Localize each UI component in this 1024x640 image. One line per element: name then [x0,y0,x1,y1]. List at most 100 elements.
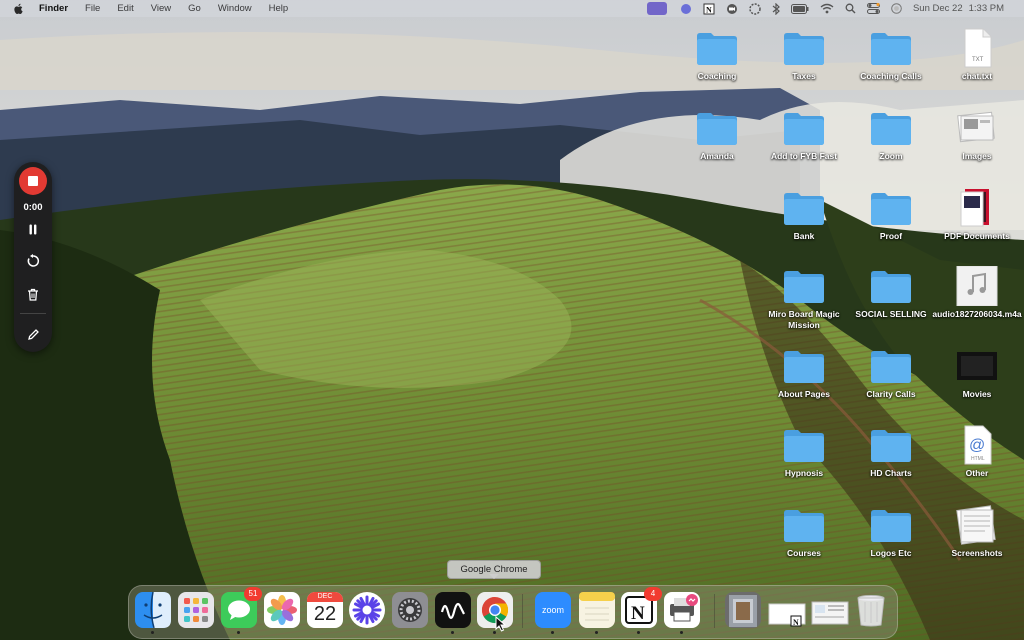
desktop-item[interactable]: Logos Etc [846,505,936,559]
menu-clock[interactable]: Sun Dec 22 1:33 PM [913,3,1010,14]
desktop-item[interactable]: Miro Board Magic Mission [759,266,849,331]
notion-icon[interactable]: N [703,3,715,14]
dock-trash[interactable] [853,592,889,628]
menu-help[interactable]: Help [269,3,289,14]
dock-starburst-app[interactable] [349,592,385,628]
menu-window[interactable]: Window [218,3,252,14]
apple-menu-icon[interactable] [13,3,25,15]
desktop-item-label: Coaching [697,71,737,81]
dock-downloads-stack[interactable] [725,592,761,628]
zoom-status-icon[interactable] [726,3,738,14]
desktop-item[interactable]: Movies [932,346,1022,400]
calendar-month: DEC [307,592,343,602]
starburst-icon [350,593,384,627]
svg-text:N: N [631,603,645,624]
dock-finder[interactable] [135,591,171,634]
recorder-divider [20,313,46,314]
calendar-day: 22 [313,603,337,625]
control-center-icon[interactable] [866,3,880,14]
desktop-item[interactable]: audio1827206034.m4a [932,266,1022,320]
movie-stack-icon [932,346,1022,386]
desktop-item[interactable]: @ HTML Other [932,425,1022,479]
dock-system-settings[interactable] [392,592,428,628]
desktop-item[interactable]: Images [932,108,1022,162]
dock-notion[interactable]: N 4 [621,587,662,634]
dock-photos[interactable] [264,592,300,628]
menu-edit[interactable]: Edit [117,3,133,14]
desktop-item[interactable]: Clarity Calls [846,346,936,400]
dock-zoom[interactable]: zoom [535,592,571,634]
dock-documents-stack[interactable]: N [767,592,806,628]
desktop-item[interactable]: About Pages [759,346,849,400]
menu-view[interactable]: View [151,3,171,14]
siri-icon[interactable] [891,3,902,14]
folder-icon [846,505,936,545]
dock-notes[interactable] [579,592,615,634]
dock-divider [714,594,715,628]
desktop-item[interactable]: Zoom [846,108,936,162]
desktop-item-label: PDF Documents [944,231,1010,241]
dock-calendar[interactable]: DEC 22 [307,592,343,628]
desktop-item[interactable]: Amanda [672,108,762,162]
desktop-item[interactable]: SOCIAL SELLING [846,266,936,320]
bluetooth-icon[interactable] [772,2,780,15]
running-indicator [237,631,240,634]
desktop-item-label: HD Charts [870,468,912,478]
dock: 51 DEC 22 zoom N 4 N [128,585,898,639]
dock-screenshots-stack[interactable] [811,592,849,628]
downloads-stack-icon [729,595,757,627]
screen-record-icon[interactable] [646,2,667,15]
photos-icon [264,592,300,628]
desktop-item[interactable]: Taxes [759,28,849,82]
desktop-item-label: Add to FYB Fast [770,151,838,161]
dock-waveform-app[interactable] [435,592,471,634]
restart-button[interactable] [24,252,42,270]
dock-messages[interactable]: 51 [221,587,262,634]
dock-messenger[interactable] [664,592,700,634]
desktop-item-label: Images [962,151,992,161]
dock-launchpad[interactable] [178,592,214,628]
desktop-item[interactable]: Bank [759,188,849,242]
loom-icon[interactable] [749,2,761,15]
folder-icon [759,188,849,228]
desktop-item[interactable]: TXT chat.txt [932,28,1022,82]
desktop-item[interactable]: Courses [759,505,849,559]
menu-date: Sun Dec 22 [912,3,963,14]
folder-icon [846,188,936,228]
documents-stack-icon: N [768,603,806,627]
running-indicator [680,631,683,634]
menu-go[interactable]: Go [188,3,201,14]
pause-button[interactable] [24,220,42,238]
pen-icon [27,328,39,340]
discard-button[interactable] [24,285,42,303]
screen-recorder-toolbar: 0:00 [14,162,52,352]
desktop-item[interactable]: Coaching [672,28,762,82]
menu-file[interactable]: File [85,3,100,14]
desktop-item-label: audio1827206034.m4a [932,309,1022,319]
trash-icon [28,288,38,301]
folder-icon [759,28,849,68]
fantastical-icon[interactable] [680,3,692,14]
folder-icon [846,108,936,148]
waveform-icon [435,592,471,628]
desktop-item[interactable]: Add to FYB Fast [759,108,849,162]
folder-icon [759,425,849,465]
desktop-item-label: Movies [962,389,992,399]
running-indicator [551,631,554,634]
desktop-item[interactable]: Coaching Calls [846,28,936,82]
desktop-item[interactable]: Screenshots [932,505,1022,559]
desktop-item[interactable]: PDF Documents [932,188,1022,242]
running-indicator [151,631,154,634]
spotlight-icon[interactable] [845,3,856,14]
battery-icon[interactable] [790,3,809,14]
settings-icon [392,592,428,628]
desktop-item[interactable]: Proof [846,188,936,242]
stop-recording-button[interactable] [19,167,47,195]
menu-app-name[interactable]: Finder [39,3,68,14]
draw-button[interactable] [24,325,42,343]
wifi-icon[interactable] [820,3,834,14]
desktop-item[interactable]: HD Charts [846,425,936,479]
desktop-item-label: About Pages [778,389,830,399]
image-stack-icon [932,108,1022,148]
desktop-item[interactable]: Hypnosis [759,425,849,479]
